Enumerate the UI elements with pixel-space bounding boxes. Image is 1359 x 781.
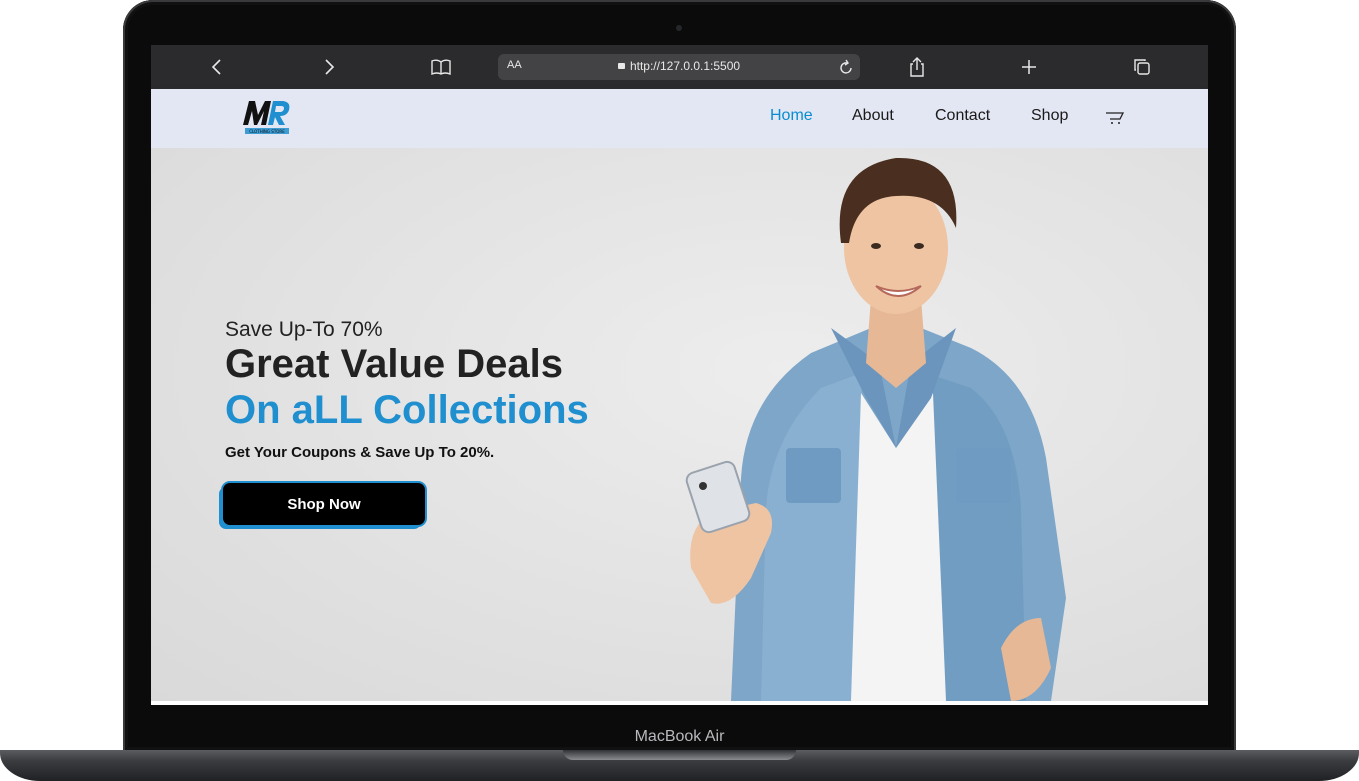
webcam — [676, 25, 682, 31]
lock-icon — [617, 63, 625, 69]
site-logo[interactable]: CLOTHING STORE — [241, 95, 293, 139]
hero-headline-accent: On aLL Collections — [225, 388, 589, 432]
nav-about[interactable]: About — [852, 107, 894, 125]
browser-toolbar: AA http://127.0.0.1:5500 — [151, 45, 1208, 89]
new-tab-icon[interactable] — [1017, 53, 1041, 81]
forward-icon[interactable] — [317, 53, 341, 81]
hero-section: Save Up-To 70% Great Value Deals On aLL … — [151, 148, 1208, 701]
reload-icon[interactable] — [838, 56, 854, 81]
hero-save-line: Save Up-To 70% — [225, 318, 383, 341]
hero-model-image — [685, 157, 1066, 701]
logo-subtext: CLOTHING STORE — [249, 129, 285, 134]
screen-bottom-edge — [151, 701, 1208, 705]
back-icon[interactable] — [205, 53, 229, 81]
nav-contact[interactable]: Contact — [935, 107, 990, 125]
screen: AA http://127.0.0.1:5500 CLOTHING STORE … — [151, 45, 1208, 705]
url-text: http://127.0.0.1:5500 — [629, 59, 741, 73]
site-header: CLOTHING STORE Home About Contact Shop — [151, 89, 1208, 148]
cart-icon[interactable] — [1105, 110, 1125, 126]
share-icon[interactable] — [905, 53, 929, 81]
hero-coupon-text: Get Your Coupons & Save Up To 20%. — [225, 444, 495, 461]
tabs-icon[interactable] — [1130, 53, 1154, 81]
laptop-notch — [563, 750, 796, 760]
shop-now-button[interactable]: Shop Now — [223, 483, 425, 525]
url-container: http://127.0.0.1:5500 — [498, 59, 860, 73]
hero-headline: Great Value Deals — [225, 342, 563, 386]
nav-shop[interactable]: Shop — [1031, 107, 1068, 125]
address-bar[interactable]: AA http://127.0.0.1:5500 — [498, 54, 860, 80]
nav-home[interactable]: Home — [770, 107, 813, 125]
reader-icon[interactable] — [429, 53, 453, 81]
device-model-label: MacBook Air — [634, 728, 725, 745]
